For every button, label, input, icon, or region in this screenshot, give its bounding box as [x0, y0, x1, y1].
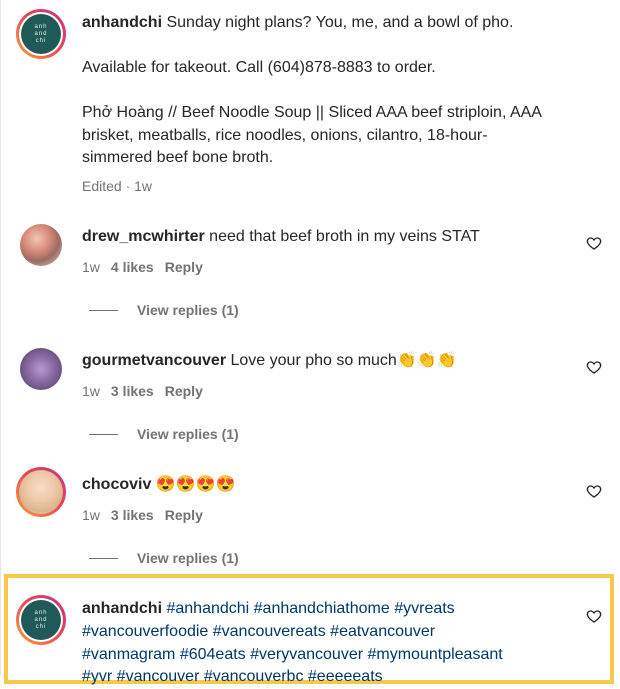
comment-1-likes[interactable]: 4 likes: [111, 259, 154, 275]
hashtag-tags-1[interactable]: #anhandchi #anhandchiathome #yvreats: [166, 600, 454, 617]
anhandchi-avatar[interactable]: anh and chi: [16, 9, 66, 59]
comment-2-meta: 1w 3 likes Reply: [82, 383, 203, 399]
comment-2-username[interactable]: gourmetvancouver: [82, 352, 226, 369]
comment-2-text: gourmetvancouver Love your pho so much👏👏…: [82, 350, 572, 373]
hashtag-line1: anhandchi #anhandchi #anhandchiathome #y…: [82, 598, 572, 621]
anhandchi-avatar[interactable]: anh and chi: [16, 595, 66, 645]
left-border: [0, 0, 1, 675]
caption-username[interactable]: anhandchi: [82, 14, 162, 31]
comment-2-view-replies[interactable]: View replies (1): [89, 426, 239, 442]
hashtag-line4[interactable]: #yvr #vancouver #vancouverbc #eeeeeats: [82, 666, 572, 689]
like-heart-icon[interactable]: [586, 483, 602, 499]
comment-3-age: 1w: [82, 507, 100, 523]
hashtag-username[interactable]: anhandchi: [82, 600, 162, 617]
like-heart-icon[interactable]: [586, 359, 602, 375]
comment-1-view-replies[interactable]: View replies (1): [89, 302, 239, 318]
comment-3-view-replies[interactable]: View replies (1): [89, 550, 239, 566]
comment-1-username[interactable]: drew_mcwhirter: [82, 228, 205, 245]
hashtag-line3[interactable]: #vanmagram #604eats #veryvancouver #mymo…: [82, 644, 572, 667]
comment-3-username[interactable]: chocoviv: [82, 476, 151, 493]
comment-3-likes[interactable]: 3 likes: [111, 507, 154, 523]
gourmetvancouver-avatar[interactable]: [20, 348, 62, 390]
drew-avatar[interactable]: [20, 224, 62, 266]
caption-line1: Sunday night plans? You, me, and a bowl …: [166, 14, 514, 31]
comment-2-likes[interactable]: 3 likes: [111, 383, 154, 399]
comment-3-body: 😍😍😍😍: [155, 476, 236, 493]
comment-1-age: 1w: [82, 259, 100, 275]
like-heart-icon[interactable]: [586, 235, 602, 251]
anhandchi-logo: anh and chi: [21, 600, 61, 640]
comment-3-meta: 1w 3 likes Reply: [82, 507, 203, 523]
comment-1-body: need that beef broth in my veins STAT: [209, 228, 480, 245]
caption-meta: Edited · 1w: [82, 178, 153, 194]
comment-2-reply-button[interactable]: Reply: [165, 383, 203, 399]
anhandchi-logo: anh and chi: [21, 14, 61, 54]
caption-text: anhandchi Sunday night plans? You, me, a…: [82, 12, 572, 35]
comment-2-age: 1w: [82, 383, 100, 399]
comment-1-text: drew_mcwhirter need that beef broth in m…: [82, 226, 572, 249]
comment-1-meta: 1w 4 likes Reply: [82, 259, 203, 275]
chocoviv-avatar[interactable]: [16, 467, 66, 517]
hashtag-line2[interactable]: #vancouverfoodie #vancouvereats #eatvanc…: [82, 621, 572, 644]
comment-1-reply-button[interactable]: Reply: [165, 259, 203, 275]
caption-line2: Available for takeout. Call (604)878-888…: [82, 59, 436, 76]
like-heart-icon[interactable]: [586, 608, 602, 624]
comment-2-body: Love your pho so much👏👏👏: [230, 352, 457, 369]
caption-line3: Phở Hoàng // Beef Noodle Soup || Sliced …: [82, 104, 542, 166]
comment-3-reply-button[interactable]: Reply: [165, 507, 203, 523]
comment-3-text: chocoviv 😍😍😍😍: [82, 474, 572, 497]
